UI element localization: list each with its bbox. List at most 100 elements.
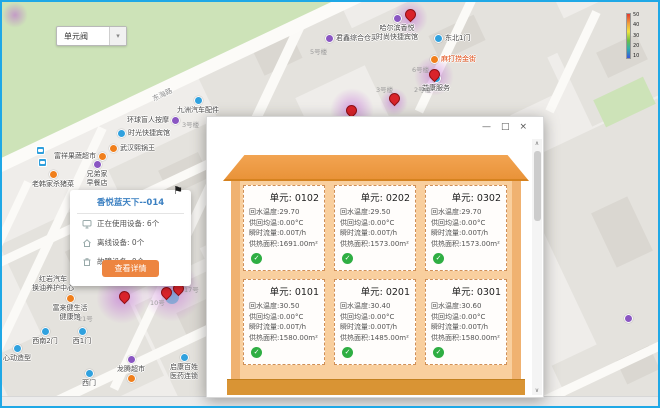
unit-card-0202: 单元: 0202 回水温度:29.50 供回均温:0.00°C 瞬时流量:0.0… (334, 185, 416, 271)
car-icon (194, 96, 203, 105)
row-label: 离线设备: (97, 238, 130, 247)
unit-card-0201: 单元: 0201 回水温度:30.40 供回均温:0.00°C 瞬时流量:0.0… (334, 279, 416, 365)
minimize-icon[interactable]: — (482, 122, 491, 132)
poi-gate-w1: 西1门 (68, 327, 96, 345)
poi-right-sliver (624, 314, 633, 323)
unit-metric: 瞬时流量:0.00T/h (431, 228, 506, 239)
poi-restaurant: 麻打捞金街 (430, 55, 476, 64)
unit-id: 0102 (295, 193, 319, 204)
unit-label: 单元: (270, 193, 292, 204)
poi-hotel-xiangyue: 哈尔滨香悦 时尚快捷宾馆 (366, 14, 428, 41)
unit-id: 0201 (386, 287, 410, 298)
unit-metric: 供回均温:0.00°C (249, 218, 324, 229)
gate-icon (41, 327, 50, 336)
unit-card-0102: 单元: 0102 回水温度:29.70 供回均温:0.00°C 瞬时流量:0.0… (243, 185, 325, 271)
unit-card-0302: 单元: 0302 回水温度:29.70 供回均温:0.00°C 瞬时流量:0.0… (425, 185, 507, 271)
poi-jiuzhou: 九洲汽车配件 (170, 96, 226, 114)
food-icon (109, 144, 118, 153)
legend-tick: 10 (633, 54, 639, 59)
trash-icon (82, 257, 92, 267)
heat-blob (2, 2, 28, 28)
building-label: 6号楼 (412, 64, 429, 74)
unit-metric: 供回均温:0.00°C (431, 312, 506, 323)
poi-longteng: 龙腾超市 (114, 355, 148, 383)
maximize-icon[interactable]: □ (501, 122, 510, 132)
gate-icon (78, 327, 87, 336)
building-label: 10号 (150, 297, 165, 307)
poi-qikang-pharmacy: 启康百姓 医药连锁 (164, 353, 204, 380)
bus-stop-icon (36, 146, 45, 155)
unit-label: 单元: (452, 193, 474, 204)
legend-tick: 50 (633, 13, 639, 18)
status-ok-icon: ✓ (342, 347, 353, 358)
unit-metric: 瞬时流量:0.00T/h (249, 228, 324, 239)
unit-metric: 供热面积:1485.00m² (340, 333, 415, 344)
legend-tick: 20 (633, 44, 639, 49)
shop-icon (325, 34, 334, 43)
row-value: 6个 (147, 219, 159, 228)
unit-metric: 供回均温:0.00°C (340, 218, 415, 229)
poi-shiguang-hotel: 时光快捷宾馆 (117, 129, 170, 138)
hotel-icon (117, 129, 126, 138)
poi-wuhan-restaurant: 武汉熙锅王 (109, 144, 155, 153)
flag-marker-icon: ⚑ (173, 184, 183, 197)
legend-tick: 30 (633, 34, 639, 39)
unit-metric: 供回均温:0.00°C (340, 312, 415, 323)
status-ok-icon: ✓ (342, 253, 353, 264)
unit-label: 单元: (452, 287, 474, 298)
legend-gradient-bar (626, 13, 631, 59)
gate-icon (434, 34, 443, 43)
tooltip-row-offline: 离线设备: 0个 (70, 233, 191, 252)
unit-metric: 回水温度:29.70 (249, 207, 324, 218)
layer-dropdown-value: 单元阀 (57, 27, 109, 45)
view-details-button[interactable]: 查看详情 (102, 260, 159, 277)
building-label: 5号楼 (310, 46, 327, 56)
unit-label: 单元: (270, 287, 292, 298)
unit-metric: 回水温度:29.70 (431, 207, 506, 218)
food-icon (430, 55, 439, 64)
unit-label: 单元: (361, 193, 383, 204)
market-icon (127, 355, 136, 364)
cabinet-base (227, 379, 525, 395)
status-ok-icon: ✓ (251, 347, 262, 358)
scroll-down-icon[interactable]: ∨ (532, 387, 542, 394)
hotel-icon (393, 14, 402, 23)
chevron-down-icon[interactable]: ▾ (109, 27, 126, 45)
scrollbar-thumb[interactable] (534, 151, 541, 221)
poi-gate-sw2: 西南2门 (28, 327, 62, 345)
building-label: 21号 (78, 313, 93, 323)
unit-metric: 瞬时流量:0.00T/h (431, 322, 506, 333)
scroll-up-icon[interactable]: ∧ (532, 140, 542, 147)
legend-tick: 40 (633, 23, 639, 28)
poi-xindong: 心动造型 (0, 344, 34, 362)
unit-metric: 供热面积:1580.00m² (249, 333, 324, 344)
pharmacy-icon (180, 353, 189, 362)
legend-ticks: 50 40 30 20 10 (633, 13, 639, 59)
poi-gate-ne1: 东北1门 (434, 34, 470, 43)
heat-legend: 50 40 30 20 10 (626, 13, 639, 59)
massage-icon (171, 116, 180, 125)
unit-card-0301: 单元: 0301 回水温度:30.60 供回均温:0.00°C 瞬时流量:0.0… (425, 279, 507, 365)
close-icon[interactable]: × (519, 122, 527, 132)
monitor-icon (82, 219, 92, 229)
dialog-scrollbar[interactable]: ∧ ∨ (532, 139, 542, 395)
unit-label: 单元: (361, 287, 383, 298)
status-ok-icon: ✓ (251, 253, 262, 264)
tooltip-row-active: 正在使用设备: 6个 (70, 214, 191, 233)
layer-dropdown[interactable]: 单元阀 ▾ (56, 26, 127, 46)
station-tooltip: ⚑ 香悦蓝天下--014 正在使用设备: 6个 离线设备: 0个 故障设备: 0… (70, 190, 191, 286)
poi-icon (624, 314, 633, 323)
bus-stop-icon (38, 158, 47, 167)
unit-metric: 供热面积:1573.00m² (340, 239, 415, 250)
units-dialog: — □ × ∧ ∨ 单元: 0102 回水温度:29.70 供回均温:0.00°… (206, 116, 544, 398)
poi-gate-w: 西门 (76, 369, 102, 387)
building-label: 3号楼 (182, 119, 199, 129)
unit-metric: 供回均温:0.00°C (249, 312, 324, 323)
home-icon (82, 238, 92, 248)
app-window: 东海路 君鑫综合仓买 哈尔滨香悦 时尚快捷宾馆 (0, 0, 660, 408)
unit-metric: 回水温度:30.50 (249, 301, 324, 312)
row-label: 正在使用设备: (97, 219, 145, 228)
status-ok-icon: ✓ (433, 347, 444, 358)
food-icon (93, 160, 102, 169)
dialog-controls: — □ × (482, 122, 527, 132)
